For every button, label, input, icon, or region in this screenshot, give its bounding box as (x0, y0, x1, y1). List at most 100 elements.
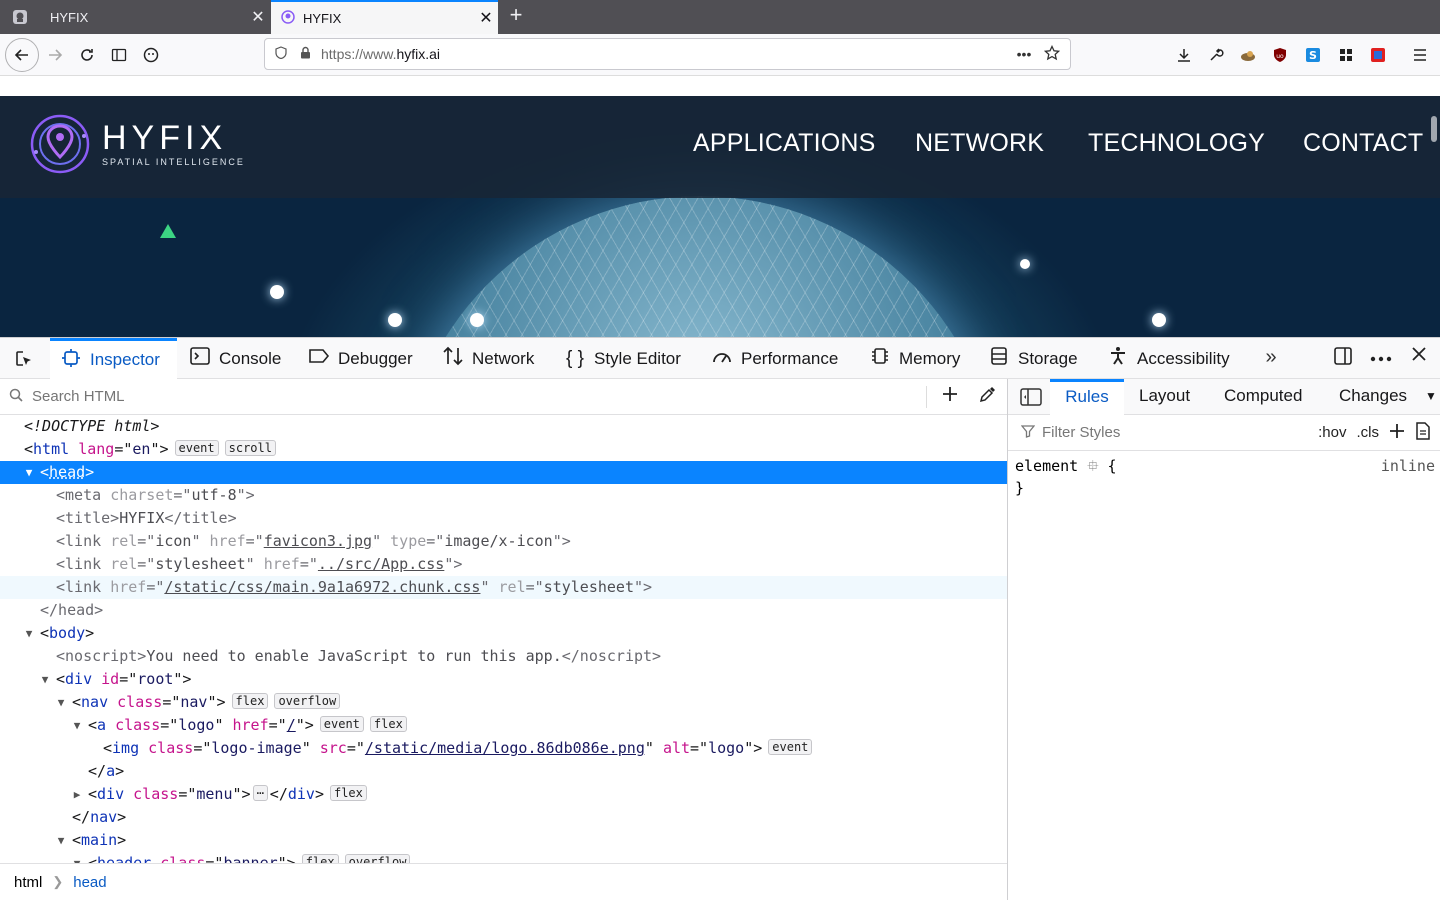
search-html-input[interactable] (32, 388, 926, 405)
markup-node-link-stylesheet[interactable]: <link rel="stylesheet" href="../src/App.… (0, 553, 1007, 576)
link-href[interactable]: /static/css/main.9a1a6972.chunk.css (164, 578, 480, 596)
extension-s-icon[interactable]: S (1301, 43, 1325, 67)
markup-node-head[interactable]: ▼ <head> (0, 461, 1007, 484)
toggle-sidebar-button[interactable] (1014, 379, 1048, 415)
markup-node-header[interactable]: ▼<header class="banner">flexoverflow (0, 852, 1007, 863)
wrench-icon[interactable] (1204, 43, 1228, 67)
collapse-triangle-icon[interactable]: ▼ (54, 829, 68, 852)
tab-debugger[interactable]: Debugger (308, 338, 413, 379)
ublock-icon[interactable]: uo (1268, 43, 1292, 67)
markup-tree[interactable]: <!DOCTYPE html> <html lang="en"> event scr… (0, 415, 1007, 863)
more-tabs-dropdown-icon[interactable]: ▼ (1425, 379, 1437, 415)
collapse-triangle-icon[interactable]: ▼ (70, 852, 84, 863)
close-tab-icon[interactable]: ✕ (246, 7, 270, 27)
site-logo[interactable]: HYFIX SPATIAL INTELLIGENCE (28, 112, 248, 176)
cls-toggle-button[interactable]: .cls (1357, 424, 1380, 441)
markup-node-body[interactable]: ▼ <body> (0, 622, 1007, 645)
menu-contact[interactable]: CONTACT (1303, 129, 1423, 158)
forward-button[interactable] (40, 40, 70, 70)
markup-node-meta[interactable]: <meta charset="utf-8"> (0, 484, 1007, 507)
tab-inspector[interactable]: Inspector (50, 338, 177, 379)
scroll-badge[interactable]: scroll (224, 440, 276, 456)
flex-badge[interactable]: flex (301, 854, 339, 863)
tracking-protection-icon[interactable] (269, 46, 293, 62)
img-src-value[interactable]: /static/media/logo.86db086e.png (365, 739, 645, 757)
tab-computed[interactable]: Computed (1224, 379, 1302, 415)
flex-badge[interactable]: flex (329, 785, 367, 801)
markup-node-main[interactable]: ▼ <main> (0, 829, 1007, 852)
add-node-button[interactable] (931, 385, 969, 409)
link-href[interactable]: ../src/App.css (318, 555, 444, 573)
markup-node-nav-close[interactable]: </nav> (0, 806, 1007, 829)
markup-node-a-close[interactable]: </a> (0, 760, 1007, 783)
tab-hyfix-2[interactable]: HYFIX ✕ (271, 0, 498, 34)
event-badge[interactable]: event (174, 440, 219, 456)
tab-rules[interactable]: Rules (1050, 379, 1124, 415)
close-devtools-icon[interactable] (1404, 346, 1434, 367)
menu-applications[interactable]: APPLICATIONS (693, 129, 876, 158)
hov-toggle-button[interactable]: :hov (1318, 424, 1346, 441)
print-simulation-button[interactable] (1415, 421, 1431, 444)
markup-node-div-root[interactable]: ▼ <div id="root"> (0, 668, 1007, 691)
eyedropper-button[interactable] (969, 385, 1007, 409)
collapse-triangle-icon[interactable]: ▼ (54, 691, 68, 714)
breadcrumb-head[interactable]: head (73, 874, 106, 891)
reload-button[interactable] (72, 40, 102, 70)
flex-badge[interactable]: flex (231, 693, 269, 709)
markup-node-title[interactable]: <title>HYFIX</title> (0, 507, 1007, 530)
close-tab-icon[interactable]: ✕ (474, 8, 498, 28)
overflow-badge[interactable]: overflow (344, 854, 411, 863)
rule-source[interactable]: inline (1381, 455, 1435, 477)
collapse-triangle-icon[interactable]: ▼ (70, 714, 84, 737)
filter-styles-input[interactable]: Filter Styles (1042, 424, 1318, 441)
account-button[interactable] (136, 40, 166, 70)
markup-node-html[interactable]: <html lang="en"> event scroll (0, 438, 1007, 461)
new-tab-button[interactable]: + (504, 4, 528, 28)
overflow-badge[interactable]: overflow (274, 693, 341, 709)
extension-container-icon[interactable] (1366, 43, 1390, 67)
markup-node-link-icon[interactable]: <link rel="icon" href="favicon3.jpg" typ… (0, 530, 1007, 553)
collapse-triangle-icon[interactable]: ▼ (22, 622, 36, 645)
tab-console[interactable]: Console (189, 338, 281, 379)
menu-network[interactable]: NETWORK (915, 129, 1044, 158)
link-href[interactable]: favicon3.jpg (264, 532, 372, 550)
address-bar[interactable]: https://www.hyfix.ai ••• (264, 38, 1071, 70)
collapse-triangle-icon[interactable]: ▼ (38, 668, 52, 691)
markup-node-doctype[interactable]: <!DOCTYPE html> (0, 415, 1007, 438)
reader-view-button[interactable] (104, 40, 134, 70)
collapse-triangle-icon[interactable]: ▼ (22, 461, 36, 484)
event-badge[interactable]: event (319, 716, 364, 732)
markup-node-div-menu[interactable]: ▶ <div class="menu"> ⋯ </div> flex (0, 783, 1007, 806)
expand-triangle-icon[interactable]: ▶ (70, 783, 84, 806)
dock-options-icon[interactable] (1328, 346, 1358, 371)
extension-grid-icon[interactable] (1334, 43, 1358, 67)
more-tools-chevron-icon[interactable]: » (1256, 346, 1286, 369)
markup-node-noscript[interactable]: <noscript>You need to enable JavaScript … (0, 645, 1007, 668)
tab-changes[interactable]: Changes (1339, 379, 1407, 415)
markup-node-link-chunk[interactable]: <link href="/static/css/main.9a1a6972.ch… (0, 576, 1007, 599)
downloads-icon[interactable] (1172, 43, 1196, 67)
breadcrumb-html[interactable]: html (14, 874, 42, 891)
devtools-menu-icon[interactable] (1366, 346, 1396, 367)
element-highlight-icon[interactable]: ⯐ (1087, 457, 1098, 475)
element-picker-button[interactable] (8, 338, 40, 379)
markup-node-a-logo[interactable]: ▼ <a class="logo" href="/"> event flex (0, 714, 1007, 737)
a-href-value[interactable]: / (287, 716, 296, 734)
tab-memory[interactable]: Memory (869, 338, 960, 379)
back-button[interactable] (5, 38, 39, 72)
url-text[interactable]: https://www.hyfix.ai (321, 46, 1010, 62)
tab-style-editor[interactable]: { } Style Editor (564, 338, 681, 379)
tab-accessibility[interactable]: Accessibility (1107, 338, 1230, 379)
event-badge[interactable]: event (768, 739, 813, 755)
hamburger-menu-icon[interactable] (1408, 43, 1432, 67)
extension-snail-icon[interactable] (1236, 43, 1260, 67)
collapsed-children-icon[interactable]: ⋯ (252, 785, 268, 801)
bookmark-star-icon[interactable] (1038, 44, 1066, 64)
flex-badge[interactable]: flex (369, 716, 407, 732)
tab-hyfix-1[interactable]: HYFIX ✕ (40, 0, 270, 34)
markup-node-img[interactable]: <img class="logo-image" src="/static/med… (0, 737, 1007, 760)
tab-performance[interactable]: Performance (711, 338, 838, 379)
tab-storage[interactable]: Storage (988, 338, 1078, 379)
page-scrollbar[interactable] (1431, 116, 1437, 142)
tab-network[interactable]: Network (442, 338, 534, 379)
